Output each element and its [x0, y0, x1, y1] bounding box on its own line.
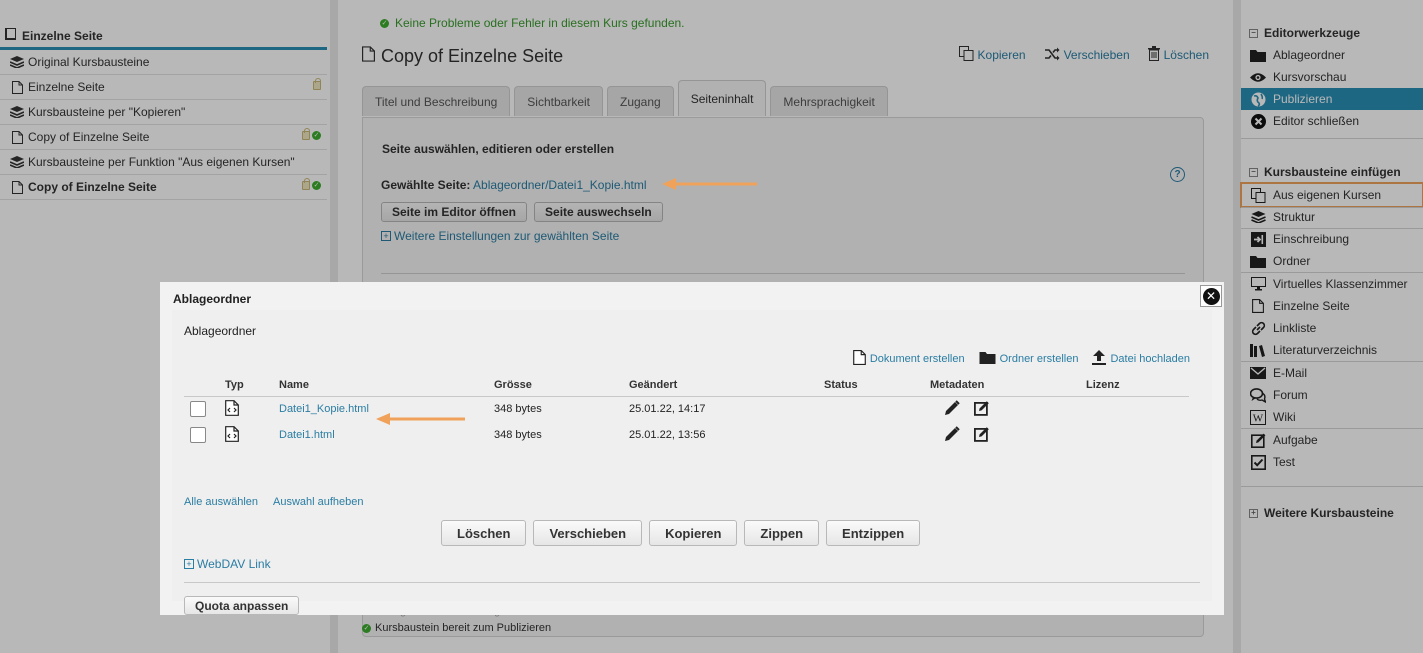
create-document-label: Dokument erstellen	[869, 353, 965, 365]
col-type[interactable]: Typ	[225, 374, 279, 397]
selection-links: Alle auswählen Auswahl aufheben	[184, 496, 364, 508]
deselect-all-link[interactable]: Auswahl aufheben	[273, 496, 364, 508]
annotation-arrow	[662, 178, 757, 190]
row-checkbox[interactable]	[190, 427, 206, 443]
html-file-icon	[225, 399, 239, 419]
create-folder-button[interactable]: Ordner erstellen	[979, 350, 1079, 368]
col-metadata: Metadaten	[930, 374, 1086, 397]
delete-files-button[interactable]: Löschen	[441, 520, 527, 546]
folder-dialog: Ablageordner ✕ Ablageordner Dokument ers…	[160, 282, 1224, 615]
upload-file-button[interactable]: Datei hochladen	[1092, 350, 1190, 368]
folder-icon	[979, 351, 996, 367]
file-size: 348 bytes	[494, 429, 542, 441]
create-folder-label: Ordner erstellen	[999, 353, 1079, 365]
file-modified: 25.01.22, 13:56	[629, 429, 706, 441]
file-table: Typ Name Grösse Geändert Status Metadate…	[184, 374, 1189, 448]
folder-name: Ablageordner	[184, 324, 257, 338]
col-modified[interactable]: Geändert	[629, 374, 824, 397]
select-all-link[interactable]: Alle auswählen	[184, 496, 258, 508]
edit-metadata-icon[interactable]	[973, 426, 990, 445]
document-icon	[852, 350, 866, 368]
webdav-toggle[interactable]: + WebDAV Link	[184, 557, 271, 571]
close-icon: ✕	[1202, 287, 1220, 305]
col-select	[184, 374, 225, 397]
pencil-icon[interactable]	[944, 400, 960, 419]
pencil-icon[interactable]	[944, 425, 960, 445]
copy-files-button[interactable]: Kopieren	[649, 520, 738, 546]
file-size: 348 bytes	[494, 403, 542, 416]
file-status	[824, 396, 930, 422]
dialog-close-button[interactable]: ✕	[1200, 285, 1222, 307]
file-license	[1086, 422, 1189, 448]
col-size[interactable]: Grösse	[494, 374, 629, 397]
upload-file-label: Datei hochladen	[1110, 353, 1190, 365]
file-action-buttons: Löschen Verschieben Kopieren Zippen Entz…	[441, 520, 921, 546]
dialog-body: Ablageordner Dokument erstellen Ordner e…	[172, 310, 1212, 615]
file-status	[824, 422, 930, 448]
col-status[interactable]: Status	[824, 374, 930, 397]
file-license	[1086, 396, 1189, 422]
table-row: Datei1_Kopie.html 348 bytes 25.01.22, 14…	[184, 396, 1189, 422]
zip-files-button[interactable]: Zippen	[744, 520, 820, 546]
col-name[interactable]: Name	[279, 374, 494, 397]
table-header: Typ Name Grösse Geändert Status Metadate…	[184, 374, 1189, 397]
file-name-link[interactable]: Datei1_Kopie.html	[279, 403, 369, 415]
file-modified: 25.01.22, 14:17	[629, 403, 706, 416]
create-document-button[interactable]: Dokument erstellen	[852, 350, 965, 368]
dialog-title: Ablageordner	[173, 292, 252, 306]
adjust-quota-button[interactable]: Quota anpassen	[184, 596, 300, 615]
edit-metadata-icon[interactable]	[973, 400, 990, 419]
move-files-button[interactable]: Verschieben	[533, 520, 643, 546]
upload-icon	[1092, 350, 1107, 368]
folder-toolbar: Dokument erstellen Ordner erstellen Date…	[852, 350, 1190, 368]
annotation-arrow	[376, 413, 465, 425]
plus-icon: +	[184, 559, 194, 569]
col-license[interactable]: Lizenz	[1086, 374, 1189, 397]
quota-area: Quota anpassen	[184, 596, 300, 615]
row-checkbox[interactable]	[190, 401, 206, 418]
webdav-link[interactable]: WebDAV Link	[197, 557, 271, 571]
html-file-icon	[225, 425, 239, 445]
file-name-link[interactable]: Datei1.html	[279, 429, 335, 441]
divider	[184, 582, 1200, 583]
table-row: Datei1.html 348 bytes 25.01.22, 13:56	[184, 422, 1189, 448]
unzip-files-button[interactable]: Entzippen	[826, 520, 921, 546]
